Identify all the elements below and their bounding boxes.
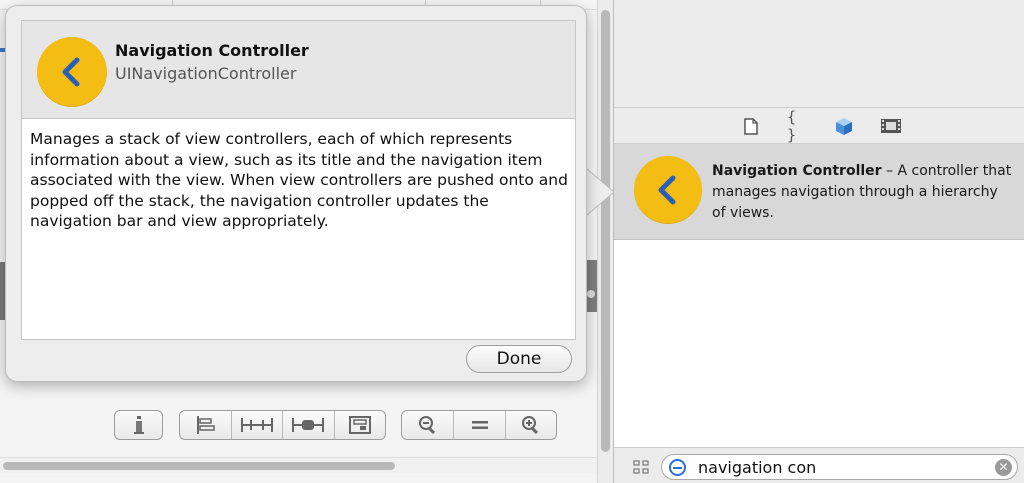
- code-snippet-icon: { }: [787, 108, 797, 144]
- scene-connector-dot[interactable]: [587, 290, 595, 298]
- object-library-icon: [836, 117, 852, 135]
- pin-icon: [240, 418, 273, 432]
- navigation-controller-icon: [634, 156, 702, 224]
- layout-toolbar: [179, 410, 386, 440]
- vertical-scrollbar[interactable]: [597, 0, 613, 483]
- media-library-icon: [881, 119, 901, 133]
- zoom-in-icon: [522, 416, 539, 435]
- actual-size-button[interactable]: [454, 411, 506, 439]
- actual-size-icon: [471, 421, 488, 429]
- chevron-left-icon: [658, 175, 676, 205]
- library-item-navigation-controller[interactable]: Navigation Controller – A controller tha…: [614, 144, 1024, 240]
- issues-button[interactable]: [115, 411, 162, 439]
- tab-file-template[interactable]: [741, 116, 761, 136]
- library-tab-bar: { }: [614, 108, 1024, 144]
- library-search-input[interactable]: [698, 457, 988, 477]
- grid-view-toggle[interactable]: [633, 459, 649, 474]
- popover-header: Navigation Controller UINavigationContro…: [21, 20, 576, 124]
- align-icon: [197, 416, 215, 434]
- zoom-in-button[interactable]: [506, 411, 556, 439]
- align-button[interactable]: [180, 411, 232, 439]
- library-item-title: Navigation Controller: [712, 163, 882, 179]
- popover-title: Navigation Controller: [115, 41, 309, 60]
- tab-code-snippet[interactable]: { }: [787, 108, 807, 144]
- issues-icon: [133, 416, 144, 434]
- grid-icon: [633, 460, 649, 474]
- object-info-popover: Navigation Controller UINavigationContro…: [5, 5, 587, 382]
- library-item-separator: – A: [881, 163, 908, 179]
- clear-search-icon[interactable]: ✕: [995, 459, 1012, 476]
- horizontal-scrollbar[interactable]: [0, 457, 597, 473]
- zoom-out-button[interactable]: [402, 411, 454, 439]
- popover-class-name: UINavigationController: [115, 64, 297, 83]
- resolve-layout-button[interactable]: [283, 411, 335, 439]
- pin-button[interactable]: [232, 411, 283, 439]
- tab-media-library[interactable]: [881, 116, 901, 136]
- resolve-layout-icon: [292, 418, 325, 432]
- resize-icon: [348, 416, 371, 434]
- file-template-icon: [744, 117, 758, 135]
- zoom-toolbar: [401, 410, 557, 440]
- done-button[interactable]: Done: [466, 345, 572, 373]
- horizontal-scroll-thumb[interactable]: [3, 462, 395, 470]
- issues-toolbar: [114, 410, 163, 440]
- library-panel: { } Navigation Controller – A controller…: [613, 0, 1024, 483]
- popover-navigation-controller-icon: [37, 37, 107, 107]
- chevron-left-icon: [62, 57, 80, 87]
- inspector-area: [614, 0, 1024, 108]
- filter-scope-icon[interactable]: [669, 459, 686, 476]
- library-filter-bar: ✕: [614, 447, 1024, 483]
- popover-body: Manages a stack of view controllers, eac…: [21, 118, 576, 340]
- popover-description: Manages a stack of view controllers, eac…: [30, 130, 568, 230]
- library-item-description: Navigation Controller – A controller tha…: [712, 161, 1012, 224]
- zoom-out-icon: [418, 416, 435, 435]
- resize-button[interactable]: [335, 411, 386, 439]
- vertical-scroll-thumb[interactable]: [601, 10, 610, 452]
- tab-object-library[interactable]: [834, 116, 854, 136]
- library-filter-field[interactable]: ✕: [661, 454, 1018, 480]
